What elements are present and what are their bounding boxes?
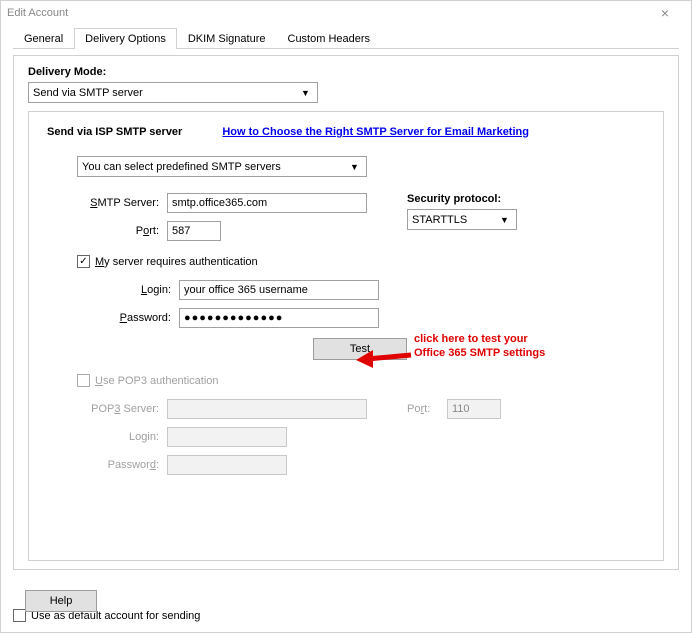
smtp-port-label: Port: (77, 225, 167, 237)
window-title: Edit Account (7, 7, 645, 19)
smtp-server-label: SMTP Server: (77, 197, 167, 209)
titlebar: Edit Account × (1, 1, 691, 25)
delivery-mode-label: Delivery Mode: (28, 66, 664, 78)
pop3-checkbox-row[interactable]: Use POP3 authentication (77, 374, 219, 387)
help-button-label: Help (50, 595, 73, 607)
pop3-server-input (167, 399, 367, 419)
pop3-checkbox-label: Use POP3 authentication (95, 375, 219, 387)
pop3-password-input (167, 455, 287, 475)
predefined-smtp-value: You can select predefined SMTP servers (82, 161, 347, 173)
pop3-login-input (167, 427, 287, 447)
delivery-panel: Delivery Mode: Send via SMTP server ▼ Se… (13, 55, 679, 570)
tab-dkim[interactable]: DKIM Signature (177, 28, 277, 49)
auth-checkbox-label: My server requires authentication (95, 256, 258, 268)
help-button[interactable]: Help (25, 590, 97, 612)
chevron-down-icon: ▼ (298, 88, 313, 98)
auth-checkbox-row[interactable]: ✓ My server requires authentication (77, 255, 258, 268)
tab-delivery-options[interactable]: Delivery Options (74, 28, 177, 49)
security-protocol-label: Security protocol: (407, 193, 517, 205)
pop3-port-input (447, 399, 501, 419)
predefined-smtp-dropdown[interactable]: You can select predefined SMTP servers ▼ (77, 156, 367, 177)
annotation-line2: Office 365 SMTP settings (414, 346, 545, 360)
tabstrip: General Delivery Options DKIM Signature … (13, 27, 679, 48)
smtp-server-input[interactable] (167, 193, 367, 213)
checkbox-checked-icon: ✓ (77, 255, 90, 268)
section-heading: Send via ISP SMTP server (47, 126, 182, 138)
chevron-down-icon: ▼ (497, 215, 512, 225)
pop3-server-label: POP3 Server: (77, 403, 167, 415)
annotation-text: click here to test your Office 365 SMTP … (414, 332, 545, 361)
login-label: Login: (89, 284, 179, 296)
pop3-login-label: Login: (77, 431, 167, 443)
smtp-help-link[interactable]: How to Choose the Right SMTP Server for … (222, 126, 529, 138)
chevron-down-icon: ▼ (347, 162, 362, 172)
pop3-port-label: Port: (407, 403, 447, 415)
annotation-arrow-icon (353, 343, 413, 373)
pop3-password-label: Password: (77, 459, 167, 471)
login-input[interactable] (179, 280, 379, 300)
delivery-mode-dropdown[interactable]: Send via SMTP server ▼ (28, 82, 318, 103)
checkbox-unchecked-icon (77, 374, 90, 387)
security-protocol-dropdown[interactable]: STARTTLS ▼ (407, 209, 517, 230)
tab-general[interactable]: General (13, 28, 74, 49)
delivery-mode-value: Send via SMTP server (33, 87, 298, 99)
close-icon[interactable]: × (645, 5, 685, 21)
security-protocol-value: STARTTLS (412, 214, 497, 226)
password-label: Password: (89, 312, 179, 324)
annotation-line1: click here to test your (414, 332, 545, 346)
footer: Use as default account for sending OK Ca… (13, 609, 679, 622)
smtp-port-input[interactable] (167, 221, 221, 241)
smtp-group: Send via ISP SMTP server How to Choose t… (28, 111, 664, 561)
tab-custom-headers[interactable]: Custom Headers (277, 28, 382, 49)
password-input[interactable] (179, 308, 379, 328)
